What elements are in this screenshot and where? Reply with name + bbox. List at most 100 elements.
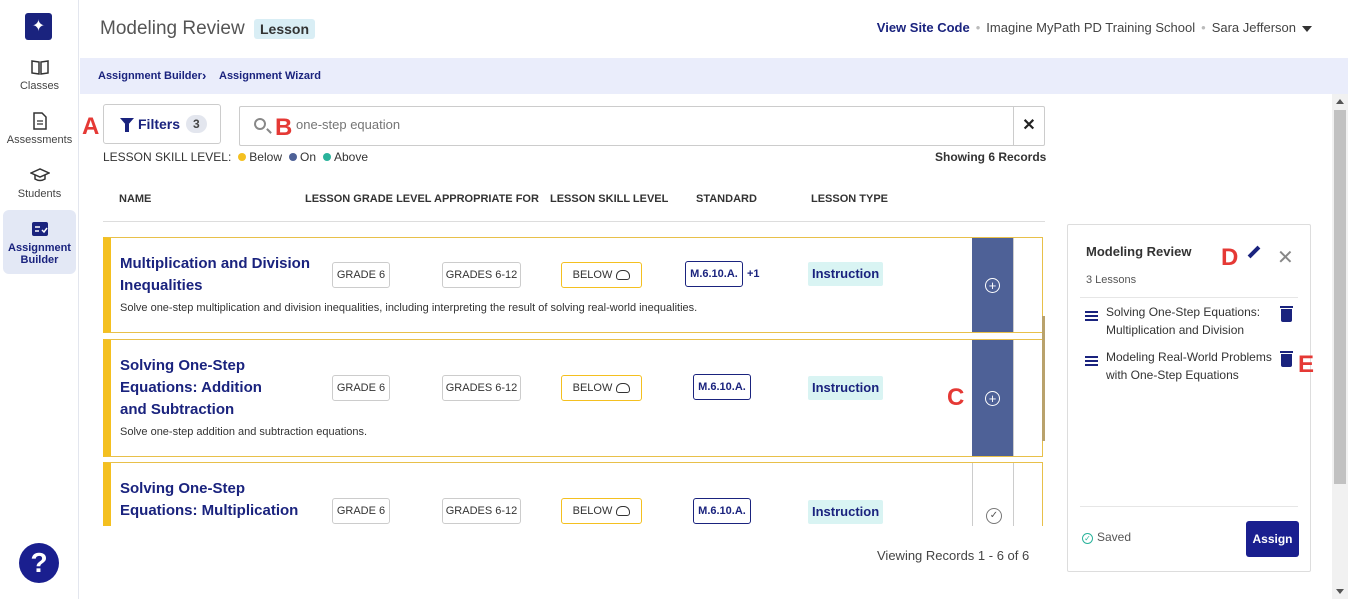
- add-lesson-button[interactable]: +: [972, 238, 1014, 332]
- sidebar-item-students[interactable]: Students: [3, 165, 76, 201]
- filters-button[interactable]: Filters 3: [103, 104, 221, 144]
- sidebar-item-classes[interactable]: Classes: [3, 57, 76, 93]
- lesson-description: Solve one-step multiplication and divisi…: [120, 302, 698, 314]
- table-row[interactable]: Solving One-Step Equations: Multiplicati…: [103, 462, 1043, 526]
- scroll-down-icon[interactable]: [1336, 589, 1344, 594]
- breadcrumb-assignment-builder[interactable]: Assignment Builder: [98, 70, 202, 82]
- sidebar-item-label: Assessments: [6, 134, 73, 146]
- legend-on: On: [299, 150, 316, 164]
- sidebar: ✦ Classes Assessments Students Assignmen…: [0, 0, 79, 599]
- table-row[interactable]: Solving One-Step Equations: Addition and…: [103, 339, 1043, 457]
- lesson-description: Solve one-step addition and subtraction …: [120, 426, 368, 438]
- list-scrollbar-thumb[interactable]: [1042, 316, 1045, 441]
- filter-icon: [120, 118, 134, 132]
- pencil-icon[interactable]: [1247, 245, 1261, 259]
- column-header[interactable]: STANDARD: [696, 193, 757, 205]
- panel-lesson-name: Modeling Real-World Problems with One-St…: [1106, 350, 1272, 382]
- sidebar-item-assignment-builder[interactable]: Assignment Builder: [3, 210, 76, 274]
- check-circle-icon: ✓: [986, 508, 1002, 524]
- grade-pill: GRADE 6: [332, 262, 390, 288]
- view-site-code-link[interactable]: View Site Code: [877, 20, 970, 35]
- sidebar-item-label: Classes: [19, 80, 60, 92]
- skill-level-pill: BELOW: [561, 375, 642, 401]
- drag-handle-icon[interactable]: [1085, 356, 1098, 358]
- search-icon: [254, 118, 266, 130]
- appropriate-pill: GRADES 6-12: [442, 375, 521, 401]
- graduation-cap-icon: [29, 168, 50, 182]
- drag-handle-icon[interactable]: [1085, 311, 1098, 313]
- panel-lesson-item[interactable]: Modeling Real-World Problems with One-St…: [1080, 348, 1300, 388]
- below-gauge-icon: [616, 383, 631, 394]
- trash-icon[interactable]: [1280, 351, 1293, 367]
- close-icon[interactable]: ✕: [1277, 245, 1294, 270]
- appropriate-pill: GRADES 6-12: [442, 262, 521, 288]
- annotation-a: A: [82, 113, 100, 140]
- trash-icon[interactable]: [1280, 306, 1293, 322]
- legend-prefix: LESSON SKILL LEVEL:: [103, 150, 232, 164]
- lesson-name[interactable]: Solving One-Step Equations: Addition and…: [120, 355, 290, 421]
- standard-pill[interactable]: M.6.10.A.: [685, 261, 743, 287]
- below-gauge-icon: [616, 270, 631, 281]
- annotation-b: B: [275, 114, 293, 141]
- search-input[interactable]: [296, 117, 996, 132]
- search-bar[interactable]: ✕: [239, 106, 1045, 146]
- document-icon: [32, 112, 47, 130]
- chevron-down-icon[interactable]: [1302, 25, 1312, 32]
- plus-icon: +: [985, 391, 1000, 406]
- page-header: Modeling Review Lesson View Site Code • Im…: [80, 0, 1348, 58]
- app-logo-icon[interactable]: ✦: [25, 13, 52, 40]
- chevron-right-icon: ›: [202, 68, 207, 83]
- grade-pill: GRADE 6: [332, 498, 390, 524]
- app-root: ✦ Classes Assessments Students Assignmen…: [0, 0, 1348, 599]
- panel-title: Modeling Review: [1086, 244, 1192, 259]
- table-row[interactable]: Multiplication and Division Inequalities…: [103, 237, 1043, 333]
- divider: [1080, 297, 1298, 298]
- filters-label: Filters: [138, 116, 181, 132]
- sidebar-item-label: Assignment Builder: [8, 242, 71, 266]
- skill-level-label: BELOW: [572, 382, 613, 394]
- lesson-type-badge: Instruction: [808, 376, 884, 400]
- header-right: View Site Code • Imagine MyPath PD Trainin…: [877, 20, 1312, 35]
- help-button[interactable]: ?: [19, 543, 59, 583]
- plus-icon: +: [985, 278, 1000, 293]
- scrollbar-thumb[interactable]: [1334, 110, 1346, 484]
- skill-level-legend: LESSON SKILL LEVEL: Below On Above: [103, 150, 368, 164]
- assignment-panel: Modeling Review 3 Lessons ✕ Solving One-…: [1067, 224, 1311, 572]
- user-menu[interactable]: Sara Jefferson: [1212, 20, 1296, 35]
- panel-lesson-count: 3 Lessons: [1086, 274, 1137, 286]
- above-dot-icon: [323, 153, 331, 161]
- standard-pill[interactable]: M.6.10.A.: [693, 374, 751, 400]
- column-header[interactable]: APPROPRIATE FOR: [434, 193, 539, 205]
- column-header[interactable]: NAME: [119, 193, 151, 205]
- saved-status: ✓ Saved: [1082, 530, 1131, 544]
- scroll-up-icon[interactable]: [1336, 99, 1344, 104]
- table-header: NAME LESSON GRADE LEVEL APPROPRIATE FOR …: [103, 190, 1045, 222]
- panel-lesson-item[interactable]: Solving One-Step Equations: Multiplicati…: [1080, 303, 1300, 343]
- breadcrumb: Assignment Builder › Assignment Wizard: [80, 58, 1348, 94]
- appropriate-pill: GRADES 6-12: [442, 498, 521, 524]
- extra-standards-count[interactable]: +1: [747, 268, 760, 280]
- page-scrollbar[interactable]: [1332, 94, 1348, 599]
- column-header[interactable]: LESSON TYPE: [811, 193, 888, 205]
- sidebar-item-label: Students: [17, 188, 62, 200]
- lesson-name[interactable]: Multiplication and Division Inequalities: [120, 253, 320, 297]
- skill-level-pill: BELOW: [561, 262, 642, 288]
- skill-level-pill: BELOW: [561, 498, 642, 524]
- sidebar-item-assessments[interactable]: Assessments: [3, 111, 76, 147]
- column-header[interactable]: LESSON GRADE LEVEL: [305, 193, 432, 205]
- add-lesson-button[interactable]: +: [972, 340, 1014, 456]
- assign-button[interactable]: Assign: [1246, 521, 1299, 557]
- standard-pill[interactable]: M.6.10.A.: [693, 498, 751, 524]
- checklist-icon: [31, 222, 48, 236]
- book-icon: [30, 60, 49, 75]
- check-circle-icon: ✓: [1082, 533, 1093, 544]
- filters-count-badge: 3: [186, 115, 207, 133]
- lesson-badge: Lesson: [254, 19, 316, 39]
- breadcrumb-assignment-wizard[interactable]: Assignment Wizard: [219, 70, 321, 82]
- column-header[interactable]: LESSON SKILL LEVEL: [550, 193, 668, 205]
- lesson-name[interactable]: Solving One-Step Equations: Multiplicati…: [120, 478, 310, 522]
- legend-above: Above: [334, 150, 369, 164]
- separator-dot: •: [1201, 20, 1206, 35]
- close-icon[interactable]: ✕: [1013, 107, 1044, 145]
- annotation-c: C: [947, 384, 965, 411]
